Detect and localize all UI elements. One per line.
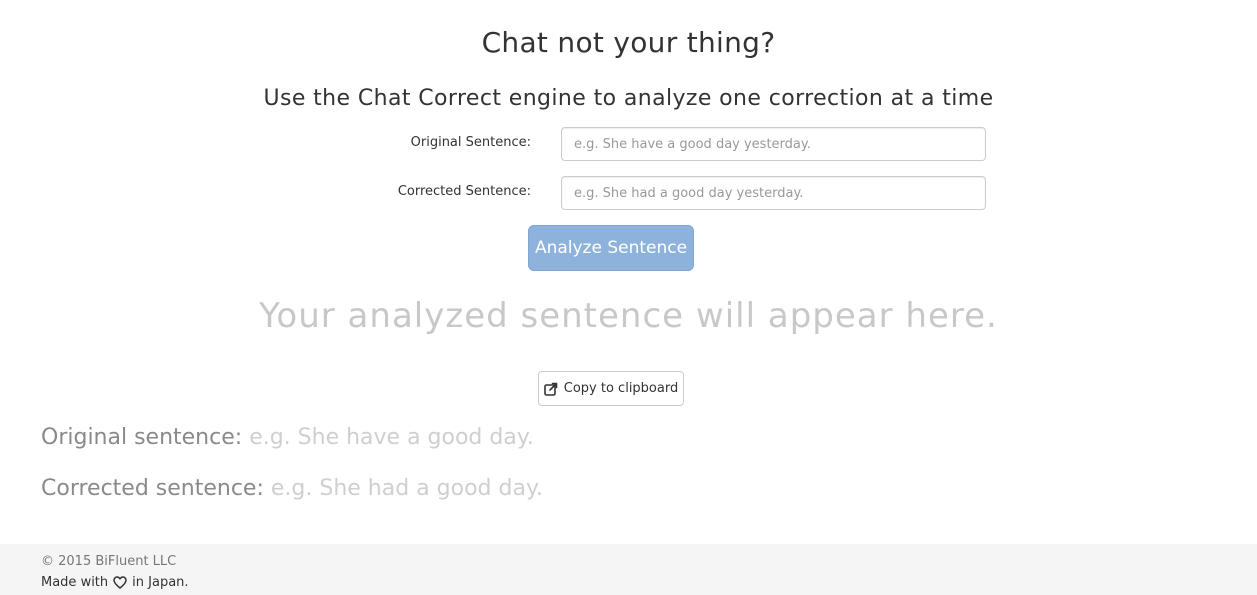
page: Chat not your thing? Use the Chat Correc… (0, 0, 1257, 595)
example-original-separator: : (234, 425, 243, 450)
analyzed-sentence-output: Your analyzed sentence will appear here. (259, 296, 998, 336)
footer-made-suffix: in Japan. (132, 575, 189, 590)
share-icon (543, 382, 558, 396)
example-original-label: Original sentence (41, 425, 235, 450)
page-subtitle: Use the Chat Correct engine to analyze o… (263, 86, 994, 111)
heart-icon (113, 576, 127, 589)
example-corrected-label: Corrected sentence (41, 476, 257, 501)
corrected-sentence-label: Corrected Sentence: (397, 184, 531, 199)
example-original-sentence: Original sentence: e.g. She have a good … (41, 425, 534, 450)
example-corrected-separator: : (256, 476, 264, 501)
original-sentence-input[interactable] (561, 127, 986, 161)
footer: © 2015 BiFluent LLC Made with in Japan. (0, 544, 1257, 595)
copy-to-clipboard-button[interactable]: Copy to clipboard (538, 371, 684, 406)
example-corrected-value: e.g. She had a good day. (270, 476, 543, 501)
footer-copyright: © 2015 BiFluent LLC (41, 554, 177, 569)
corrected-sentence-row: Corrected Sentence: (0, 176, 1257, 210)
copy-to-clipboard-label: Copy to clipboard (563, 381, 679, 396)
original-sentence-label: Original Sentence: (410, 135, 531, 150)
footer-made-prefix: Made with (41, 575, 109, 590)
original-sentence-row: Original Sentence: (0, 127, 1257, 161)
example-corrected-sentence: Corrected sentence: e.g. She had a good … (41, 476, 543, 501)
page-title: Chat not your thing? (481, 26, 776, 59)
example-original-value: e.g. She have a good day. (249, 425, 534, 450)
analyze-sentence-button[interactable]: Analyze Sentence (528, 225, 694, 271)
footer-made-with: Made with in Japan. (41, 575, 189, 590)
corrected-sentence-input[interactable] (561, 176, 986, 210)
